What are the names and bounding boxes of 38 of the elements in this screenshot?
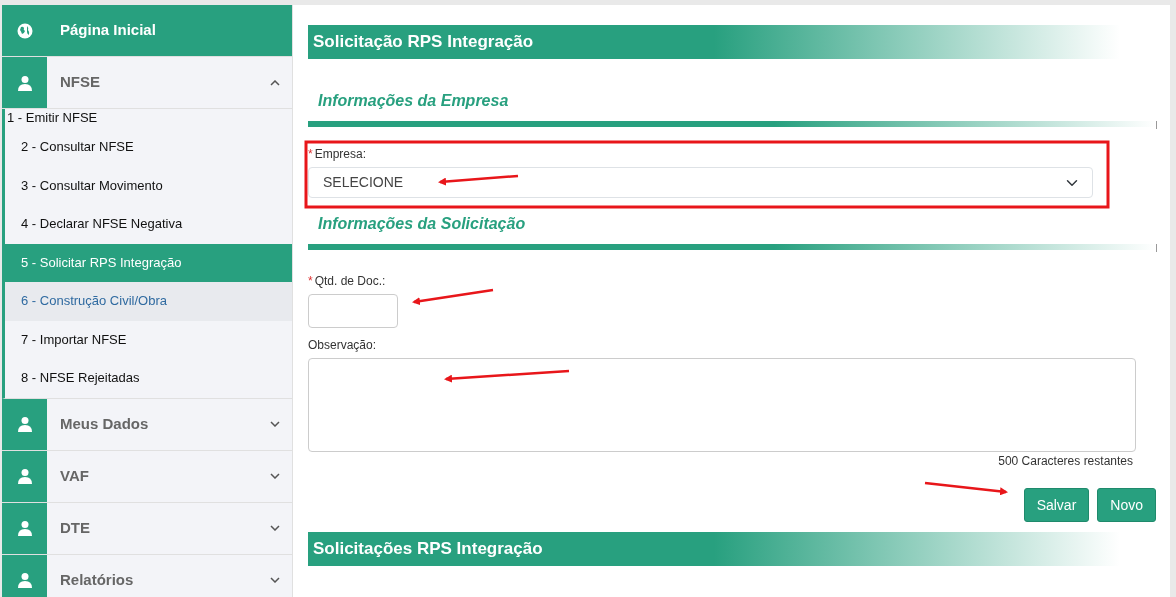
field-label: Empresa: <box>314 146 367 163</box>
chevron-icon <box>270 525 280 531</box>
chevron-icon <box>270 79 280 86</box>
chevron-icon <box>270 473 280 479</box>
sidebar-item[interactable]: 7 - Importar NFSE <box>5 320 292 359</box>
sidebar-item[interactable]: 6 - Construção Civil/Obra <box>5 282 292 321</box>
company-select[interactable]: SELECIONE <box>308 167 1093 198</box>
sidebar-section[interactable]: Meus Dados <box>2 398 292 451</box>
required-mark: * <box>308 273 313 290</box>
required-mark: * <box>308 146 313 163</box>
user-icon <box>16 74 33 91</box>
chevron-icon <box>270 421 280 427</box>
user-icon <box>16 416 33 432</box>
chevron-icon <box>270 577 280 583</box>
sidebar-section[interactable]: Página Inicial <box>2 5 292 57</box>
sidebar-item[interactable]: 5 - Solicitar RPS Integração <box>5 243 292 282</box>
field-label: Qtd. de Doc.: <box>314 273 386 290</box>
sidebar-section[interactable]: VAF <box>2 450 292 503</box>
character-counter: 500 Caracteres restantes <box>998 453 1133 470</box>
user-icon <box>16 468 33 484</box>
section-heading: Informações da Empresa <box>317 91 510 111</box>
sidebar-item[interactable]: 2 - Consultar NFSE <box>5 128 292 167</box>
new-button[interactable]: Novo <box>1097 488 1156 522</box>
sidebar-item[interactable]: 1 - Emitir NFSE <box>5 109 292 126</box>
globe-icon <box>16 22 33 39</box>
sidebar-section[interactable]: Relatórios <box>2 554 292 597</box>
sidebar-section[interactable]: NFSE <box>2 57 292 109</box>
quantity-field[interactable] <box>308 294 398 328</box>
sidebar-item[interactable]: 4 - Declarar NFSE Negativa <box>5 205 292 244</box>
user-icon <box>16 572 33 588</box>
save-button[interactable]: Salvar <box>1023 488 1090 522</box>
section-heading: Informações da Solicitação <box>317 214 527 234</box>
sidebar-item[interactable]: 3 - Consultar Movimento <box>5 166 292 205</box>
note-field[interactable] <box>308 358 1136 452</box>
user-icon <box>16 520 33 536</box>
field-label: Observação: <box>308 337 377 354</box>
sidebar-section[interactable]: DTE <box>2 502 292 555</box>
sidebar-item[interactable]: 8 - NFSE Rejeitadas <box>5 359 292 398</box>
